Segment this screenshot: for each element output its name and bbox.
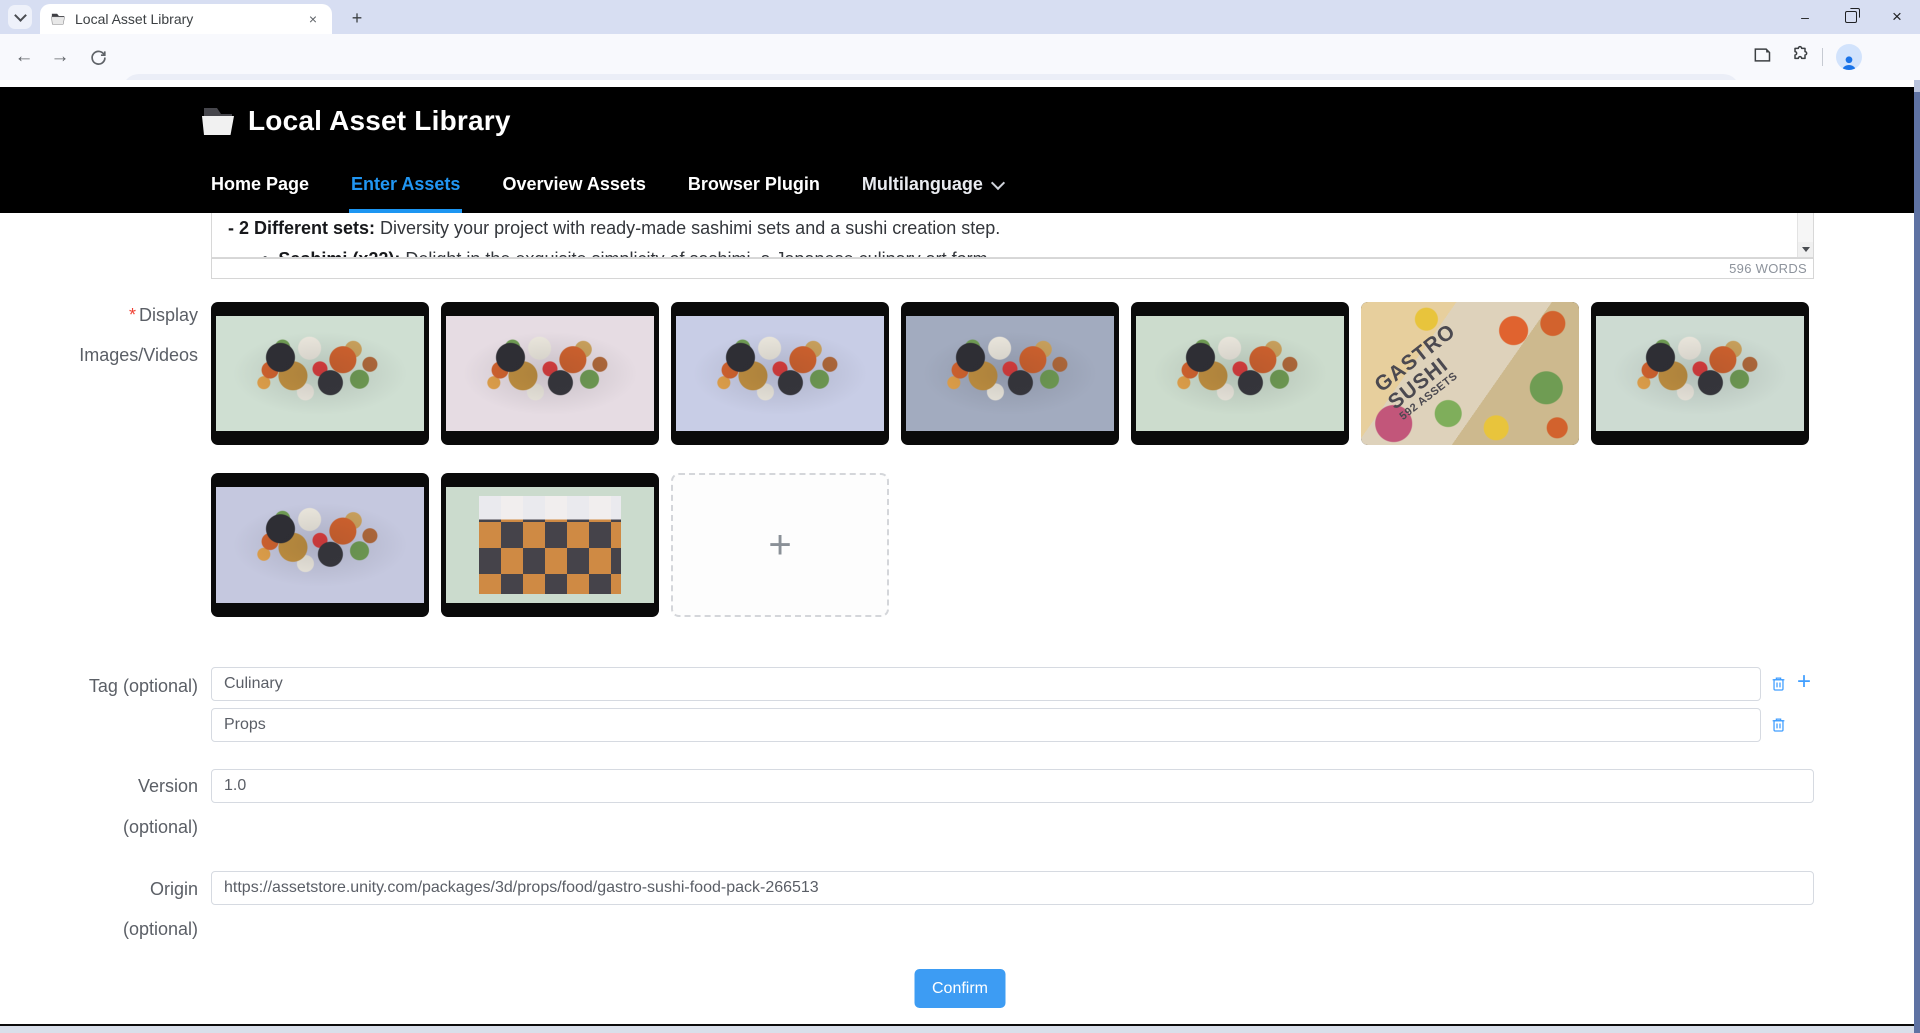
brand: Local Asset Library	[200, 105, 511, 137]
tab-favicon-folder-icon	[50, 12, 66, 26]
profile-button[interactable]	[1836, 44, 1862, 70]
editor-bold-text: - 2 Different sets:	[228, 218, 375, 238]
browser-menu-button[interactable]	[1884, 46, 1904, 64]
new-tab-button[interactable]: +	[344, 5, 370, 31]
profile-avatar	[1836, 44, 1862, 70]
window-controls: – ×	[1782, 0, 1920, 34]
editor-text: Delight in the exquisite simplicity of s…	[400, 249, 987, 258]
display-label-text: Display	[139, 305, 198, 325]
maximize-restore-button[interactable]	[1828, 0, 1874, 34]
asset-thumbnail-sashimi-platters[interactable]	[211, 302, 429, 445]
thumbnail-row-2: +	[211, 473, 889, 617]
asset-thumbnail-sushi-radial[interactable]	[1131, 302, 1349, 445]
thumbnail-art	[1136, 316, 1344, 431]
editor-line: • Sashimi (x22): Delight in the exquisite…	[228, 249, 1783, 258]
tab-title: Local Asset Library	[75, 11, 304, 27]
asset-thumbnail-gastro-sushi-promo[interactable]: GASTRO SUSHI 592 ASSETS	[1361, 302, 1579, 445]
reload-icon	[90, 49, 107, 66]
trash-icon	[1770, 675, 1787, 693]
plus-icon: +	[1797, 670, 1811, 694]
nav-overview-assets[interactable]: Overview Assets	[500, 174, 647, 213]
version-label: Version	[40, 776, 198, 797]
delete-tag-button-0[interactable]	[1768, 674, 1788, 694]
tab-search-button[interactable]	[8, 5, 32, 29]
display-label-line1: *Display	[40, 305, 198, 326]
scroll-down-button[interactable]	[1798, 242, 1813, 257]
extensions-button[interactable]	[1790, 45, 1810, 70]
thumbnail-row-1: GASTRO SUSHI 592 ASSETS	[211, 302, 1809, 445]
nav-home-page[interactable]: Home Page	[209, 174, 311, 213]
chevron-down-icon	[14, 9, 27, 22]
promo-text: GASTRO SUSHI 592 ASSETS	[1371, 320, 1481, 423]
nav-multilanguage[interactable]: Multilanguage	[860, 174, 1005, 213]
confirm-button[interactable]: Confirm	[915, 969, 1006, 1008]
thumbnail-art	[676, 316, 884, 431]
page-scrollbar[interactable]	[1914, 80, 1920, 1033]
bullet-icon: •	[262, 249, 268, 258]
version-optional-label: (optional)	[40, 817, 198, 838]
chevron-down-icon	[991, 175, 1005, 189]
restore-icon	[1845, 11, 1857, 23]
page-title: Local Asset Library	[248, 105, 511, 137]
rich-text-editor[interactable]: - 2 Different sets: Diversity your proje…	[211, 213, 1814, 258]
word-count: 596 WORDS	[1729, 261, 1807, 276]
display-label-line2: Images/Videos	[40, 345, 198, 366]
thumbnail-art	[446, 316, 654, 431]
thumbnail-art	[906, 316, 1114, 431]
footer-strip	[0, 1026, 1920, 1033]
nav-browser-plugin[interactable]: Browser Plugin	[686, 174, 822, 213]
screen: Local Asset Library × + – × ← → i localh…	[0, 0, 1920, 1033]
word-count-bar: 596 WORDS	[211, 258, 1814, 279]
side-panel-button[interactable]	[1752, 45, 1772, 70]
reload-button[interactable]	[86, 45, 110, 69]
add-image-upload-box[interactable]: +	[671, 473, 889, 617]
trash-icon	[1770, 716, 1787, 734]
site-header: Local Asset Library Home Page Enter Asse…	[0, 87, 1920, 213]
toolbar-separator	[1822, 48, 1823, 66]
tag-input-1[interactable]	[211, 708, 1761, 742]
origin-input[interactable]	[211, 871, 1814, 905]
browser-toolbar: ← → i localhost:5017/index.html#/edit ☆	[0, 34, 1920, 80]
asset-thumbnail-plates-grid[interactable]	[441, 473, 659, 617]
origin-optional-label: (optional)	[40, 919, 198, 940]
close-window-button[interactable]: ×	[1874, 0, 1920, 34]
folder-logo-icon	[200, 105, 236, 137]
origin-label: Origin	[40, 879, 198, 900]
asset-thumbnail-cutting-boards[interactable]	[1591, 302, 1809, 445]
tag-label: Tag (optional)	[40, 676, 198, 697]
add-tag-button[interactable]: +	[1794, 672, 1814, 692]
version-input[interactable]	[211, 769, 1814, 803]
extensions-puzzle-icon	[1790, 45, 1810, 65]
asset-thumbnail-wooden-utensils[interactable]	[211, 473, 429, 617]
thumbnail-art	[216, 316, 424, 431]
plus-icon: +	[768, 525, 791, 565]
side-panel-icon	[1752, 45, 1772, 65]
required-asterisk: *	[129, 305, 136, 325]
nav-multilanguage-label: Multilanguage	[862, 174, 983, 195]
asset-thumbnail-sushi-spiral[interactable]	[671, 302, 889, 445]
forward-button[interactable]: →	[48, 45, 72, 69]
person-icon	[1840, 54, 1858, 70]
editor-bold-text: Sashimi (x22):	[278, 249, 400, 258]
thumbnail-art: GASTRO SUSHI 592 ASSETS	[1361, 302, 1579, 445]
editor-line: - 2 Different sets: Diversity your proje…	[228, 218, 1783, 239]
browser-tab[interactable]: Local Asset Library ×	[40, 4, 332, 34]
back-button[interactable]: ←	[12, 45, 36, 69]
tab-close-icon[interactable]: ×	[304, 10, 322, 28]
thumbnail-art	[446, 487, 654, 603]
nav-enter-assets[interactable]: Enter Assets	[349, 174, 462, 213]
main-nav: Home Page Enter Assets Overview Assets B…	[209, 174, 1043, 213]
page-top-gap	[0, 80, 1920, 87]
triangle-down-icon	[1802, 247, 1810, 252]
tag-input-0[interactable]	[211, 667, 1761, 701]
editor-text: Diversity your project with ready-made s…	[375, 218, 1000, 238]
minimize-button[interactable]: –	[1782, 0, 1828, 34]
browser-tabstrip: Local Asset Library × + – ×	[0, 0, 1920, 34]
asset-thumbnail-sushi-trays[interactable]	[901, 302, 1119, 445]
delete-tag-button-1[interactable]	[1768, 715, 1788, 735]
editor-scrollbar[interactable]	[1797, 213, 1813, 257]
asset-thumbnail-fish-swirl[interactable]	[441, 302, 659, 445]
thumbnail-art	[1596, 316, 1804, 431]
thumbnail-art	[216, 487, 424, 603]
